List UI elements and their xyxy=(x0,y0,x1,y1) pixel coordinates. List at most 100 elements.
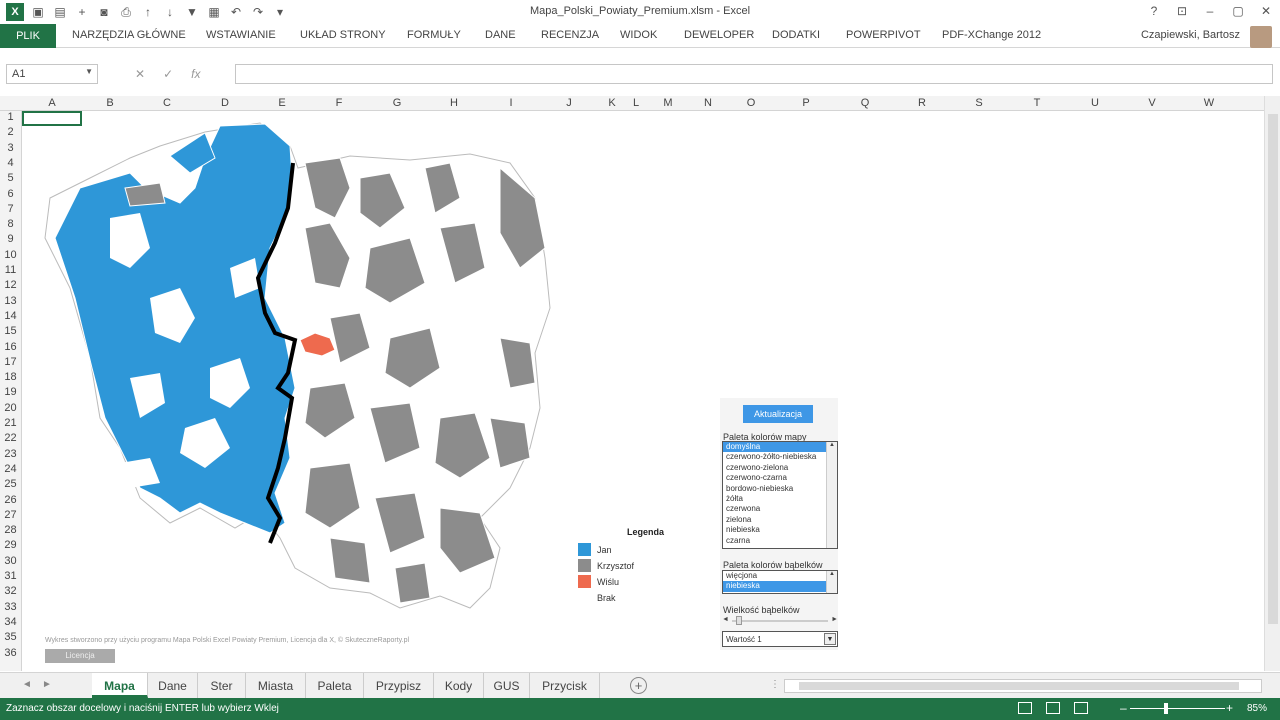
zoom-out-icon[interactable]: – xyxy=(1120,701,1127,715)
column-header[interactable]: B xyxy=(82,97,138,109)
row-header[interactable]: 22 xyxy=(0,432,21,444)
row-header[interactable]: 19 xyxy=(0,386,21,398)
vertical-scrollbar[interactable] xyxy=(1264,96,1280,671)
row-header[interactable]: 36 xyxy=(0,647,21,659)
row-header[interactable]: 18 xyxy=(0,371,21,383)
update-button[interactable]: Aktualizacja xyxy=(743,405,813,423)
arrow-left-icon[interactable]: ◄ xyxy=(722,616,729,623)
tab-sheet-miasta[interactable]: Miasta xyxy=(246,673,306,698)
ribbon-display-icon[interactable]: ⊡ xyxy=(1168,0,1196,22)
column-header[interactable]: G xyxy=(368,97,426,109)
normal-view-icon[interactable] xyxy=(1018,702,1032,714)
zoom-in-icon[interactable]: + xyxy=(1226,701,1233,715)
poland-county-map[interactable] xyxy=(30,118,590,628)
help-icon[interactable]: ? xyxy=(1140,0,1168,22)
column-header[interactable]: M xyxy=(646,97,690,109)
tab-sheet-paleta[interactable]: Paleta xyxy=(306,673,364,698)
tab-home[interactable]: NARZĘDZIA GŁÓWNE xyxy=(72,29,186,41)
row-header[interactable]: 30 xyxy=(0,555,21,567)
row-header[interactable]: 4 xyxy=(0,157,21,169)
tab-sheet-gus[interactable]: GUS xyxy=(484,673,530,698)
cancel-icon[interactable]: ✕ xyxy=(135,67,145,81)
column-header[interactable]: I xyxy=(482,97,540,109)
row-header[interactable]: 6 xyxy=(0,188,21,200)
tab-pdf-xchange[interactable]: PDF-XChange 2012 xyxy=(942,29,1041,41)
column-header[interactable]: T xyxy=(1008,97,1066,109)
scrollbar-thumb[interactable] xyxy=(799,682,1239,690)
list-item[interactable]: zielona xyxy=(723,515,837,525)
zoom-slider-knob[interactable] xyxy=(1164,703,1168,714)
row-header[interactable]: 5 xyxy=(0,172,21,184)
row-header[interactable]: 35 xyxy=(0,631,21,643)
column-header[interactable]: D xyxy=(196,97,254,109)
row-header[interactable]: 32 xyxy=(0,585,21,597)
map-palette-listbox[interactable]: domyślna czerwono-żółto-niebieska czerwo… xyxy=(722,441,838,549)
row-header[interactable]: 17 xyxy=(0,356,21,368)
row-header[interactable]: 28 xyxy=(0,524,21,536)
scroll-dots-icon[interactable]: ⋮ xyxy=(770,679,780,690)
tab-sheet-kody[interactable]: Kody xyxy=(434,673,484,698)
zoom-slider-track[interactable] xyxy=(1130,708,1225,709)
row-header[interactable]: 10 xyxy=(0,249,21,261)
bubble-palette-listbox[interactable]: więcjona niebieska ▲ xyxy=(722,570,838,594)
row-header[interactable]: 33 xyxy=(0,601,21,613)
confirm-icon[interactable]: ✓ xyxy=(163,67,173,81)
horizontal-scrollbar[interactable] xyxy=(784,679,1262,693)
row-header[interactable]: 1 xyxy=(0,111,21,123)
close-icon[interactable]: ✕ xyxy=(1252,0,1280,22)
list-item[interactable]: więcjona xyxy=(723,571,837,581)
list-item[interactable]: czerwono-żółto-niebieska xyxy=(723,452,837,462)
row-header[interactable]: 25 xyxy=(0,478,21,490)
next-sheet-icon[interactable]: ► xyxy=(42,679,52,690)
tab-addins[interactable]: DODATKI xyxy=(772,29,820,41)
chevron-down-icon[interactable]: ▼ xyxy=(824,633,836,645)
row-header[interactable]: 3 xyxy=(0,142,21,154)
column-header[interactable]: W xyxy=(1180,97,1238,109)
column-header[interactable]: A xyxy=(22,97,82,109)
listbox-scrollbar[interactable]: ▲ xyxy=(826,442,837,548)
list-item[interactable]: bordowo-niebieska xyxy=(723,484,837,494)
tab-review[interactable]: RECENZJA xyxy=(541,29,599,41)
row-header[interactable]: 15 xyxy=(0,325,21,337)
scrollbar-thumb[interactable] xyxy=(1268,114,1278,624)
tab-page-layout[interactable]: UKŁAD STRONY xyxy=(300,29,386,41)
row-header[interactable]: 16 xyxy=(0,341,21,353)
row-header[interactable]: 7 xyxy=(0,203,21,215)
minimize-icon[interactable]: – xyxy=(1196,0,1224,22)
column-header[interactable]: P xyxy=(776,97,836,109)
maximize-icon[interactable]: ▢ xyxy=(1224,0,1252,22)
row-header[interactable]: 23 xyxy=(0,448,21,460)
row-header[interactable]: 11 xyxy=(0,264,21,276)
list-item[interactable]: żółta xyxy=(723,494,837,504)
slider-track[interactable] xyxy=(732,620,828,622)
list-item[interactable]: domyślna xyxy=(723,442,837,453)
page-break-view-icon[interactable] xyxy=(1074,702,1088,714)
prev-sheet-icon[interactable]: ◄ xyxy=(22,679,32,690)
column-header[interactable]: J xyxy=(540,97,598,109)
column-header[interactable]: Q xyxy=(836,97,894,109)
tab-data[interactable]: DANE xyxy=(485,29,516,41)
tab-sheet-przycisk[interactable]: Przycisk xyxy=(530,673,600,698)
row-header[interactable]: 2 xyxy=(0,126,21,138)
listbox-scrollbar[interactable]: ▲ xyxy=(826,571,837,593)
row-header[interactable]: 14 xyxy=(0,310,21,322)
tab-sheet-ster[interactable]: Ster xyxy=(198,673,246,698)
zoom-level[interactable]: 85% xyxy=(1247,703,1267,714)
column-header[interactable]: S xyxy=(950,97,1008,109)
row-header[interactable]: 21 xyxy=(0,417,21,429)
row-header[interactable]: 34 xyxy=(0,616,21,628)
column-header[interactable]: L xyxy=(626,97,646,109)
column-header[interactable]: H xyxy=(426,97,482,109)
column-header[interactable]: K xyxy=(598,97,626,109)
row-header[interactable]: 26 xyxy=(0,494,21,506)
row-header[interactable]: 20 xyxy=(0,402,21,414)
page-layout-view-icon[interactable] xyxy=(1046,702,1060,714)
list-item[interactable]: czerwono-czarna xyxy=(723,473,837,483)
row-header[interactable]: 27 xyxy=(0,509,21,521)
column-header[interactable]: V xyxy=(1124,97,1180,109)
column-header[interactable]: F xyxy=(310,97,368,109)
tab-developer[interactable]: DEWELOPER xyxy=(684,29,754,41)
chevron-down-icon[interactable]: ▼ xyxy=(85,67,93,76)
row-header[interactable]: 9 xyxy=(0,233,21,245)
column-header[interactable]: O xyxy=(726,97,776,109)
